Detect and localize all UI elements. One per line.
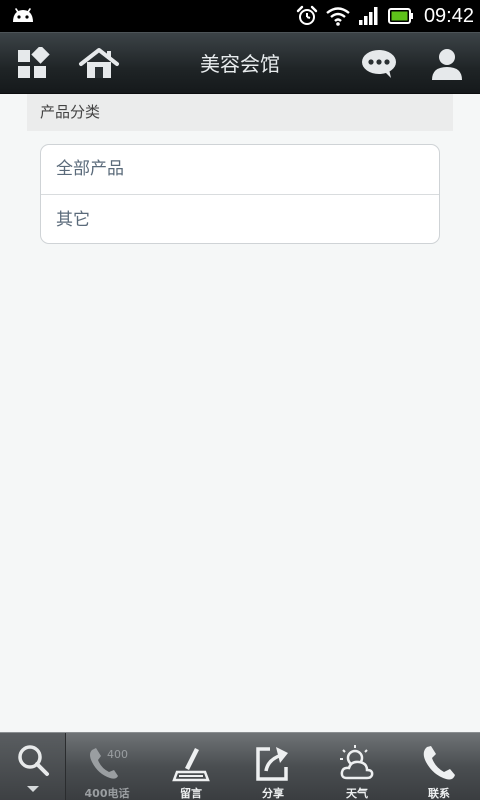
- message-board-label: 留言: [180, 787, 202, 800]
- user-icon: [432, 49, 462, 80]
- alarm-icon: [296, 5, 318, 25]
- share-icon: [256, 747, 288, 781]
- category-item-all-products[interactable]: 全部产品: [41, 145, 439, 194]
- wifi-icon: [326, 7, 350, 26]
- menu-grid-button[interactable]: [12, 43, 54, 85]
- pen-write-icon: [172, 748, 210, 782]
- weather-button[interactable]: 天气: [316, 733, 398, 800]
- user-button[interactable]: [426, 43, 468, 85]
- search-button[interactable]: [0, 733, 66, 800]
- share-label: 分享: [262, 787, 284, 800]
- android-icon: [13, 8, 33, 22]
- phone-400-label: 400电话: [84, 787, 130, 800]
- phone-400-badge: 400: [107, 748, 128, 761]
- search-icon: [18, 745, 49, 776]
- message-board-button[interactable]: 留言: [150, 733, 232, 800]
- weather-sun-cloud-icon: [340, 745, 374, 780]
- home-button[interactable]: [78, 43, 120, 85]
- contact-button[interactable]: 联系: [398, 733, 480, 800]
- status-time: 09:42: [423, 4, 474, 27]
- category-item-other[interactable]: 其它: [41, 194, 439, 243]
- page-title: 美容会馆: [200, 52, 280, 76]
- phone-400-button[interactable]: 400 400电话: [66, 733, 148, 800]
- status-bar: 09:42: [0, 0, 480, 32]
- message-button[interactable]: [358, 43, 400, 85]
- share-button[interactable]: 分享: [232, 733, 314, 800]
- chat-bubble-icon: [362, 50, 396, 78]
- caret-down-icon: [27, 786, 39, 792]
- category-list: 全部产品 其它: [40, 144, 440, 244]
- phone-400-icon: 400: [90, 748, 128, 779]
- section-header: 产品分类: [27, 94, 453, 131]
- weather-label: 天气: [346, 787, 368, 800]
- home-icon: [79, 48, 119, 78]
- battery-icon: [387, 8, 413, 24]
- phone-icon: [423, 746, 455, 780]
- contact-label: 联系: [428, 787, 450, 800]
- bottom-toolbar: 400 400电话 留言 分享 天气 联系: [0, 732, 480, 800]
- signal-icon: [358, 7, 378, 25]
- title-bar: 美容会馆: [0, 32, 480, 94]
- grid-icon: [18, 47, 50, 78]
